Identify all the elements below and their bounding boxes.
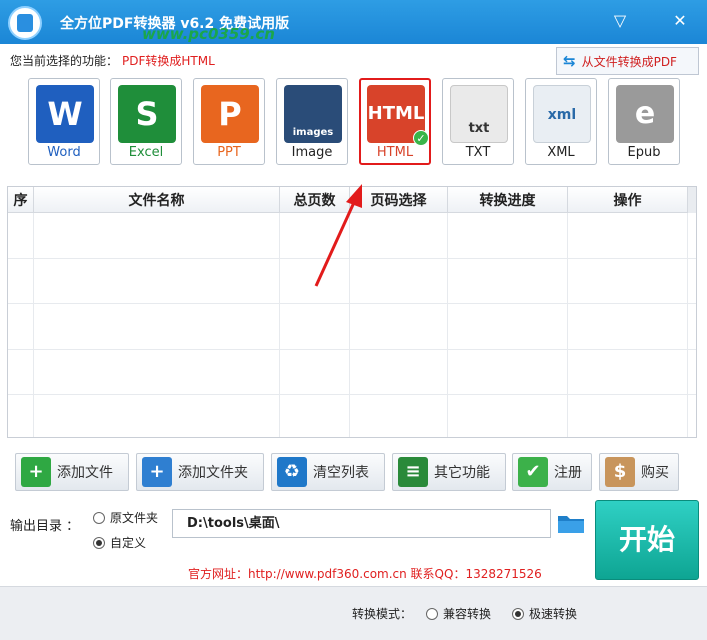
close-icon[interactable]: ✕ (668, 9, 692, 33)
format-txt-button[interactable]: txt TXT (442, 78, 514, 165)
table-row (8, 395, 696, 437)
table-row (8, 349, 696, 395)
column-header-filename: 文件名称 (34, 187, 280, 212)
format-label: HTML (376, 145, 414, 160)
radio-label: 极速转换 (529, 607, 578, 621)
add-file-button[interactable]: + 添加文件 (15, 453, 129, 491)
buy-button[interactable]: $ 购买 (599, 453, 679, 491)
swap-arrows-icon: ⇆ (563, 52, 576, 70)
minimize-icon[interactable]: ▽ (608, 9, 632, 33)
shopping-bag-icon: $ (605, 457, 635, 487)
other-functions-label: 其它功能 (434, 465, 490, 481)
annotation-arrow (314, 184, 362, 287)
convert-to-pdf-button[interactable]: ⇆ 从文件转换成PDF (556, 47, 699, 75)
other-functions-button[interactable]: ≡ 其它功能 (392, 453, 506, 491)
radio-compat-mode[interactable]: 兼容转换 (426, 605, 491, 622)
output-path-field[interactable]: D:\tools\桌面\ (172, 509, 551, 538)
format-label: XML (547, 145, 575, 160)
radio-label: 原文件夹 (110, 511, 159, 525)
output-dir-label: 输出目录 ： (10, 519, 80, 534)
radio-fast-mode[interactable]: 极速转换 (512, 605, 577, 622)
radio-custom-folder[interactable]: 自定义 (93, 534, 146, 551)
current-function: 您当前选择的功能： PDF转换成HTML (10, 52, 215, 69)
clear-list-label: 清空列表 (313, 465, 369, 481)
word-icon: W (36, 85, 94, 143)
buy-label: 购买 (641, 465, 669, 481)
format-word-button[interactable]: W Word (28, 78, 100, 165)
xml-icon: xml (533, 85, 591, 143)
add-folder-label: 添加文件夹 (178, 465, 248, 481)
convert-to-pdf-label: 从文件转换成PDF (581, 54, 677, 69)
excel-icon: S (118, 85, 176, 143)
format-html-button[interactable]: HTML ✓ HTML (359, 78, 431, 165)
register-check-icon: ✔ (518, 457, 548, 487)
add-folder-icon: + (142, 457, 172, 487)
radio-original-folder[interactable]: 原文件夹 (93, 509, 158, 526)
radio-dot[interactable] (426, 607, 438, 620)
radio-dot[interactable] (93, 536, 105, 549)
register-button[interactable]: ✔ 注册 (512, 453, 592, 491)
selected-check-icon: ✓ (413, 130, 429, 146)
epub-icon: e (616, 85, 674, 143)
ppt-icon: P (201, 85, 259, 143)
format-label: TXT (465, 145, 491, 160)
add-file-label: 添加文件 (57, 465, 113, 481)
trash-icon: ♻ (277, 457, 307, 487)
mode-label: 转换模式： (352, 607, 413, 621)
register-label: 注册 (554, 465, 582, 481)
current-function-value: PDF转换成HTML (122, 54, 215, 68)
format-label: Word (47, 145, 81, 160)
add-folder-button[interactable]: + 添加文件夹 (136, 453, 264, 491)
format-image-button[interactable]: images Image (276, 78, 348, 165)
radio-label: 兼容转换 (443, 607, 492, 621)
column-header-index: 序 (8, 187, 34, 212)
format-ppt-button[interactable]: P PPT (193, 78, 265, 165)
website-contact-text: 官方网址：http://www.pdf360.com.cn 联系QQ：13282… (188, 567, 542, 581)
radio-label: 自定义 (110, 536, 147, 550)
add-file-icon: + (21, 457, 51, 487)
format-label: Image (291, 145, 333, 160)
column-header-actions: 操作 (568, 187, 688, 212)
format-label: PPT (217, 145, 241, 160)
watermark-text: www.pc0359.cn (142, 25, 275, 43)
table-row (8, 304, 696, 350)
txt-icon: txt (450, 85, 508, 143)
format-label: Excel (128, 145, 164, 160)
folder-browse-icon[interactable] (556, 511, 586, 536)
format-epub-button[interactable]: e Epub (608, 78, 680, 165)
start-button[interactable]: 开始 (595, 500, 699, 580)
clear-list-button[interactable]: ♻ 清空列表 (271, 453, 385, 491)
image-icon: images (284, 85, 342, 143)
radio-dot[interactable] (512, 607, 524, 620)
title-bar: 全方位PDF转换器 v6.2 免费试用版 www.pc0359.cn ▽ ✕ (0, 0, 707, 44)
format-label: Epub (627, 145, 661, 160)
format-excel-button[interactable]: S Excel (110, 78, 182, 165)
column-header-progress: 转换进度 (448, 187, 568, 212)
tools-icon: ≡ (398, 457, 428, 487)
current-function-label: 您当前选择的功能： (10, 54, 119, 68)
table-scrollbar[interactable] (687, 187, 696, 213)
format-xml-button[interactable]: xml XML (525, 78, 597, 165)
conversion-mode-bar: 转换模式： 兼容转换 极速转换 (0, 586, 707, 640)
radio-dot[interactable] (93, 511, 105, 524)
app-logo-icon (8, 6, 42, 40)
